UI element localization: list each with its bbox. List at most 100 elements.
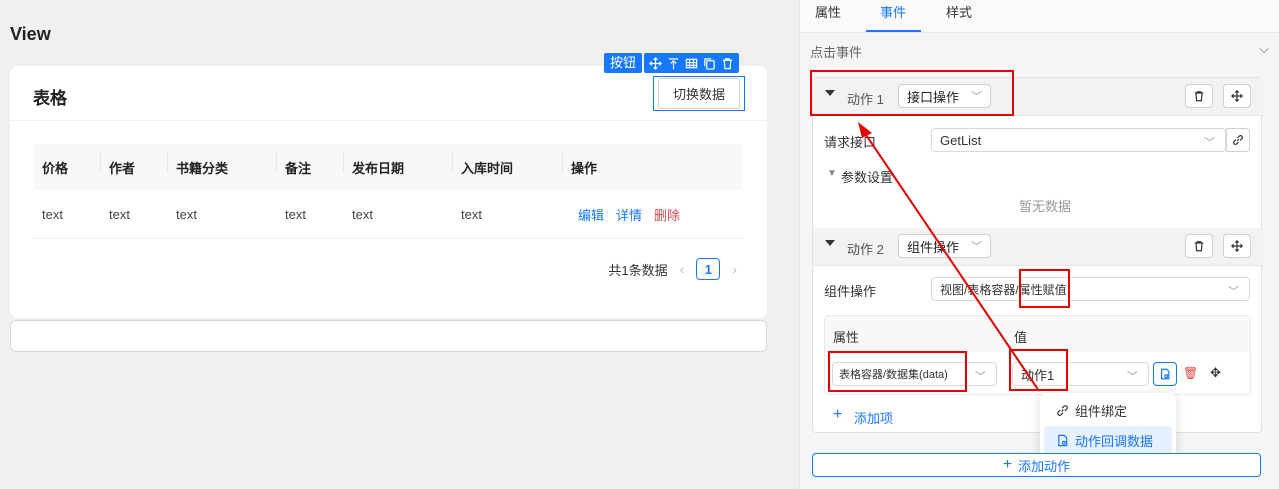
prev-page-icon[interactable]: ‹: [680, 261, 685, 277]
table-row: text text text text text text 编辑 详情 删除: [33, 190, 743, 239]
pagination-total: 共1条数据: [608, 262, 668, 278]
panel-tabs: 属性 事件 样式: [800, 0, 1279, 33]
table-cell: text: [176, 206, 197, 222]
data-source-button[interactable]: [1153, 362, 1177, 386]
align-top-icon[interactable]: [667, 57, 680, 70]
chevron-down-icon: ﹀: [1228, 286, 1239, 298]
view-title: View: [10, 24, 51, 44]
table-cell: text: [285, 206, 306, 222]
table-header: 价格 作者 书籍分类 备注 发布日期 入库时间 操作: [33, 144, 743, 190]
menu-item-label: 组件绑定: [1075, 403, 1128, 419]
move-icon[interactable]: ✥: [1210, 365, 1221, 381]
active-tab-indicator: [866, 30, 921, 32]
data-table: 价格 作者 书籍分类 备注 发布日期 入库时间 操作 text text tex…: [33, 144, 743, 239]
table-cell: text: [109, 206, 130, 222]
action-2-type-select[interactable]: 组件操作 ﹀: [898, 234, 992, 258]
add-action-label: 添加动作: [1018, 458, 1071, 474]
move-icon: [1231, 240, 1243, 252]
empty-container[interactable]: [10, 320, 767, 352]
design-canvas: View 表格 切换数据 价格 作者 书籍分类 备注 发布日期 入库时间 操作 …: [0, 0, 799, 489]
move-icon[interactable]: [649, 56, 662, 70]
tab-properties[interactable]: 属性: [815, 2, 841, 21]
chevron-down-icon[interactable]: ⌵: [1259, 41, 1269, 57]
highlight-action-1-type: [810, 70, 1014, 116]
table-icon[interactable]: [685, 57, 698, 70]
selection-toolbar: 按钮: [604, 53, 740, 73]
action-2-header: 动作 2 组件操作 ﹀: [813, 228, 1263, 266]
data-source-menu: 组件绑定 动作回调数据: [1040, 393, 1176, 459]
detail-link[interactable]: 详情: [616, 208, 642, 223]
component-op-select[interactable]: 视图/表格容器/属性赋值 ﹀: [931, 277, 1250, 301]
highlight-property-select: [828, 351, 967, 392]
table-cell: text: [461, 206, 482, 222]
table-cell: text: [42, 206, 63, 222]
delete-action-button[interactable]: [1185, 84, 1213, 108]
column-header[interactable]: 入库时间: [452, 151, 562, 177]
column-header[interactable]: 操作: [562, 151, 743, 177]
document-settings-icon: [1058, 434, 1068, 446]
tab-styles[interactable]: 样式: [946, 2, 972, 21]
table-card: 表格 切换数据 价格 作者 书籍分类 备注 发布日期 入库时间 操作 text …: [10, 66, 767, 318]
col-value-header: 值: [1014, 330, 1028, 345]
component-op-prefix: 视图/表格容器/: [940, 282, 1019, 297]
switch-data-button[interactable]: 切换数据: [653, 76, 745, 111]
column-header[interactable]: 书籍分类: [167, 151, 276, 177]
delete-action-button[interactable]: [1185, 234, 1213, 258]
chevron-down-icon: ﹀: [1127, 371, 1138, 383]
menu-item-component-bind[interactable]: 组件绑定: [1044, 396, 1172, 424]
click-event-section-title[interactable]: 点击事件: [810, 42, 862, 61]
selection-tools: [644, 53, 740, 73]
collapse-triangle-icon[interactable]: [825, 240, 835, 246]
table-cell: text: [352, 206, 373, 222]
delete-link[interactable]: 删除: [654, 208, 680, 223]
column-header[interactable]: 价格: [33, 158, 100, 177]
action-2-label: 动作 2: [847, 242, 884, 257]
chevron-down-icon: ﹀: [1204, 137, 1215, 149]
params-settings-label[interactable]: 参数设置: [841, 167, 893, 186]
delete-icon[interactable]: [721, 57, 734, 70]
request-api-label: 请求接口: [824, 135, 877, 150]
card-title: 表格: [33, 89, 67, 108]
link-icon: [1233, 135, 1243, 145]
column-header[interactable]: 作者: [100, 151, 167, 177]
drag-action-button[interactable]: [1223, 84, 1251, 108]
copy-icon[interactable]: [703, 57, 716, 70]
no-data-text: 暂无数据: [1019, 199, 1072, 214]
menu-item-action-callback[interactable]: 动作回调数据: [1044, 426, 1172, 454]
highlight-value-select: [1009, 349, 1068, 391]
api-link-button[interactable]: [1226, 128, 1250, 152]
selection-tag: 按钮: [604, 53, 643, 73]
add-item-link[interactable]: 添加项: [854, 408, 893, 427]
add-action-button[interactable]: + 添加动作: [812, 453, 1261, 477]
col-property-header: 属性: [833, 330, 860, 345]
tab-events[interactable]: 事件: [880, 2, 906, 21]
highlight-assign-property: [1019, 269, 1070, 308]
plus-icon[interactable]: +: [833, 406, 842, 424]
edit-link[interactable]: 编辑: [578, 208, 604, 223]
chevron-down-icon: ﹀: [971, 241, 983, 253]
table-ops-cell: 编辑 详情 删除: [562, 205, 743, 224]
trash-icon[interactable]: 🗑: [1183, 366, 1198, 380]
request-api-value: GetList: [940, 132, 982, 148]
column-header[interactable]: 发布日期: [343, 151, 452, 177]
next-page-icon[interactable]: ›: [732, 261, 737, 277]
chevron-down-icon: ﹀: [975, 371, 986, 383]
request-api-select[interactable]: GetList ﹀: [931, 128, 1226, 152]
pagination: 共1条数据 ‹ 1 ›: [608, 258, 737, 280]
action-2-type-value: 组件操作: [907, 239, 960, 255]
plus-icon: +: [1002, 456, 1013, 473]
menu-item-label: 动作回调数据: [1075, 433, 1154, 449]
caret-down-icon[interactable]: ▼: [827, 168, 837, 179]
component-op-label: 组件操作: [824, 284, 877, 299]
switch-data-button-label: 切换数据: [657, 78, 740, 109]
trash-icon: [1194, 91, 1204, 102]
drag-action-button[interactable]: [1223, 234, 1251, 258]
page-number[interactable]: 1: [696, 258, 721, 280]
column-header[interactable]: 备注: [276, 151, 343, 177]
trash-icon: [1194, 241, 1204, 252]
card-divider: [10, 120, 767, 121]
document-settings-icon: [1160, 368, 1170, 380]
property-table-header: 属性 值: [825, 316, 1250, 352]
link-icon: [1057, 404, 1068, 416]
move-icon: [1231, 90, 1243, 102]
